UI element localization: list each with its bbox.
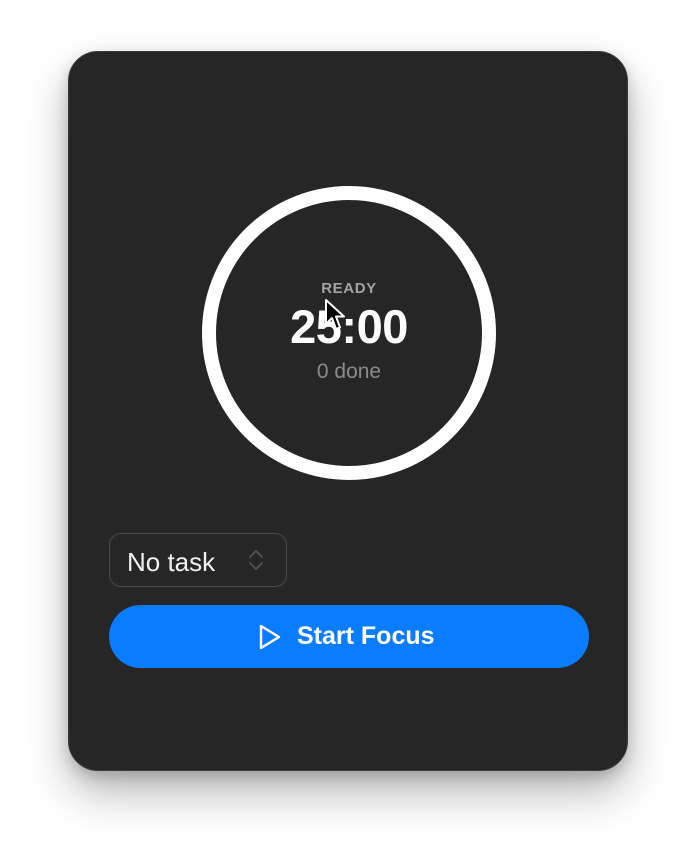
mouse-pointer-icon [325,299,345,330]
start-focus-button[interactable]: Start Focus [109,605,589,668]
start-focus-content: Start Focus [257,605,435,668]
screen: READY 25:00 0 done No task Start Focus [0,0,696,856]
pomodoro-window: READY 25:00 0 done No task Start Focus [68,51,628,771]
timer-time: 25:00 [290,300,408,353]
play-icon [259,624,281,649]
task-select[interactable]: No task [109,533,287,587]
task-select-value: No task [127,547,216,577]
sessions-done-count: 0 done [316,360,382,383]
timer-state-label: READY [321,280,377,297]
start-focus-label: Start Focus [297,622,435,650]
chevron-up-down-icon [249,550,263,570]
timer-display: READY 25:00 0 done [202,186,496,480]
